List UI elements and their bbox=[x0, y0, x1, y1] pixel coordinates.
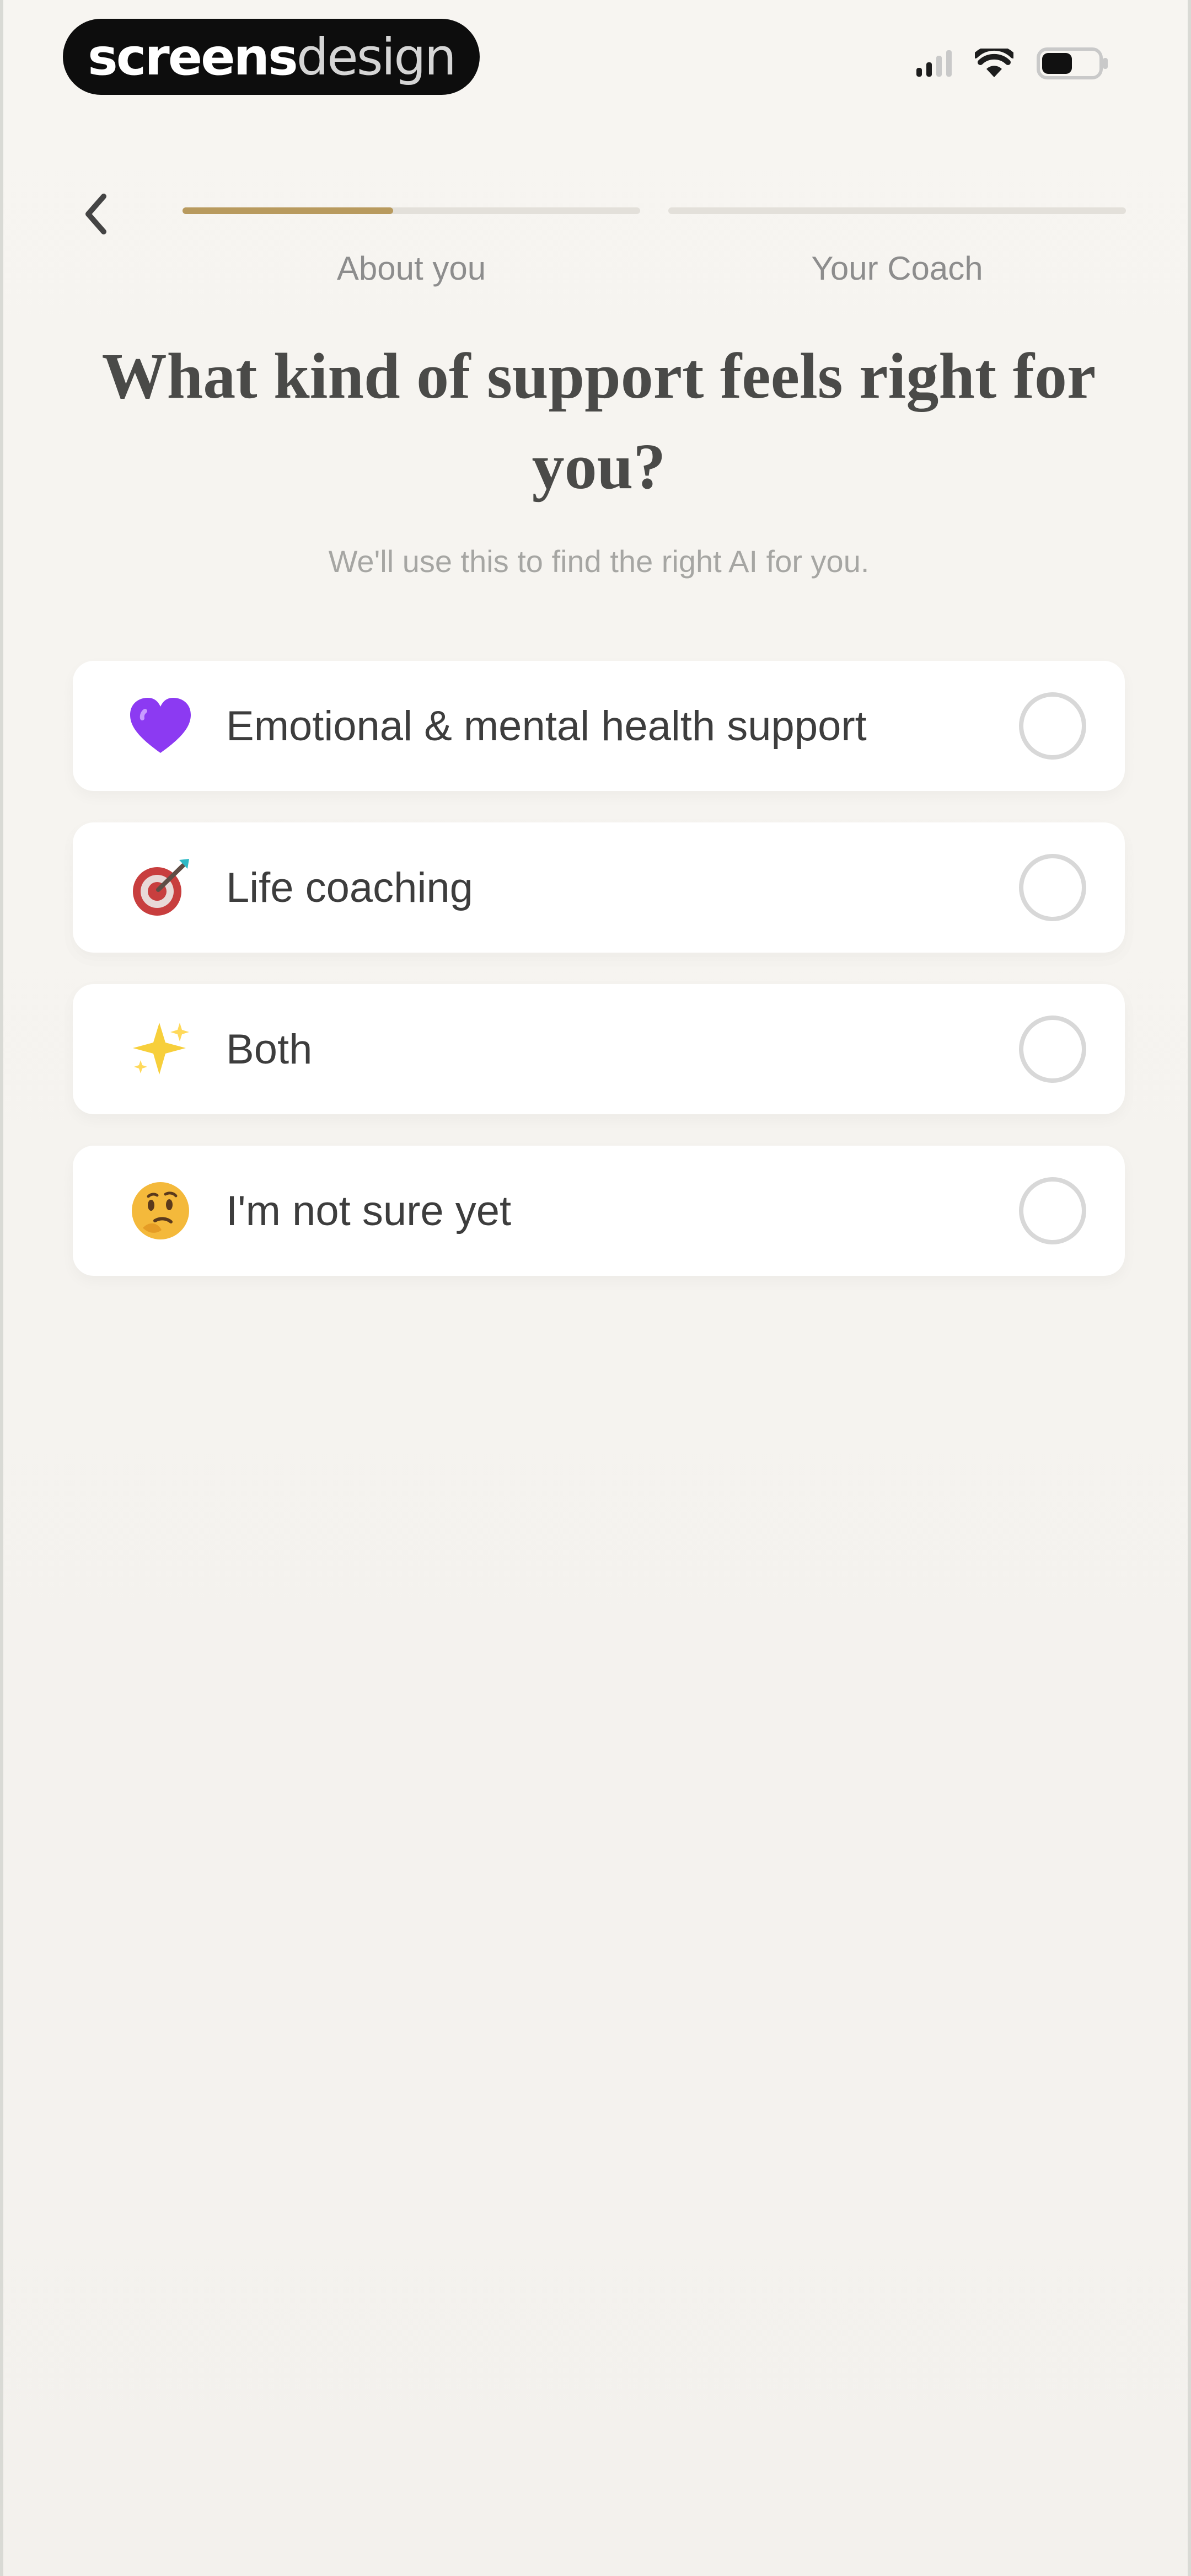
purple-heart-icon bbox=[125, 690, 196, 762]
battery-icon bbox=[1037, 47, 1109, 79]
option-label: Emotional & mental health support bbox=[226, 702, 867, 750]
brand-light-text: design bbox=[296, 27, 457, 87]
option-emotional-mental-health[interactable]: Emotional & mental health support bbox=[73, 661, 1125, 791]
option-label: Both bbox=[226, 1025, 313, 1073]
brand-badge: screensdesign bbox=[63, 19, 480, 95]
option-label: I'm not sure yet bbox=[226, 1187, 512, 1234]
option-both[interactable]: Both bbox=[73, 984, 1125, 1114]
option-life-coaching[interactable]: Life coaching bbox=[73, 822, 1125, 953]
brand-bold-text: screens bbox=[88, 27, 298, 87]
brand-wordmark: screensdesign bbox=[88, 27, 457, 87]
radio-button[interactable] bbox=[1019, 1177, 1086, 1244]
about-you-progress-fill bbox=[183, 207, 393, 214]
thinking-face-icon bbox=[125, 1175, 196, 1247]
step-label-about-you: About you bbox=[336, 250, 486, 287]
onboarding-screen: screensdesign About you Your Coach What … bbox=[0, 0, 1191, 2576]
option-label: Life coaching bbox=[226, 864, 473, 911]
support-options-list: Emotional & mental health support Life c… bbox=[73, 661, 1125, 1307]
option-not-sure-yet[interactable]: I'm not sure yet bbox=[73, 1146, 1125, 1276]
radio-button[interactable] bbox=[1019, 854, 1086, 921]
page-subtitle: We'll use this to find the right AI for … bbox=[328, 544, 870, 579]
status-icons bbox=[916, 47, 1109, 79]
about-you-progress bbox=[183, 207, 640, 214]
radio-button[interactable] bbox=[1019, 1016, 1086, 1083]
sparkles-icon bbox=[125, 1013, 196, 1085]
dart-target-icon bbox=[125, 852, 196, 923]
page-title: What kind of support feels right for you… bbox=[101, 340, 1096, 503]
radio-button[interactable] bbox=[1019, 692, 1086, 760]
signal-icon bbox=[916, 50, 952, 77]
wifi-icon bbox=[975, 49, 1013, 78]
your-coach-progress bbox=[668, 207, 1126, 214]
chevron-left-icon bbox=[85, 194, 106, 234]
back-button[interactable] bbox=[76, 186, 115, 242]
step-label-your-coach: Your Coach bbox=[811, 250, 983, 287]
